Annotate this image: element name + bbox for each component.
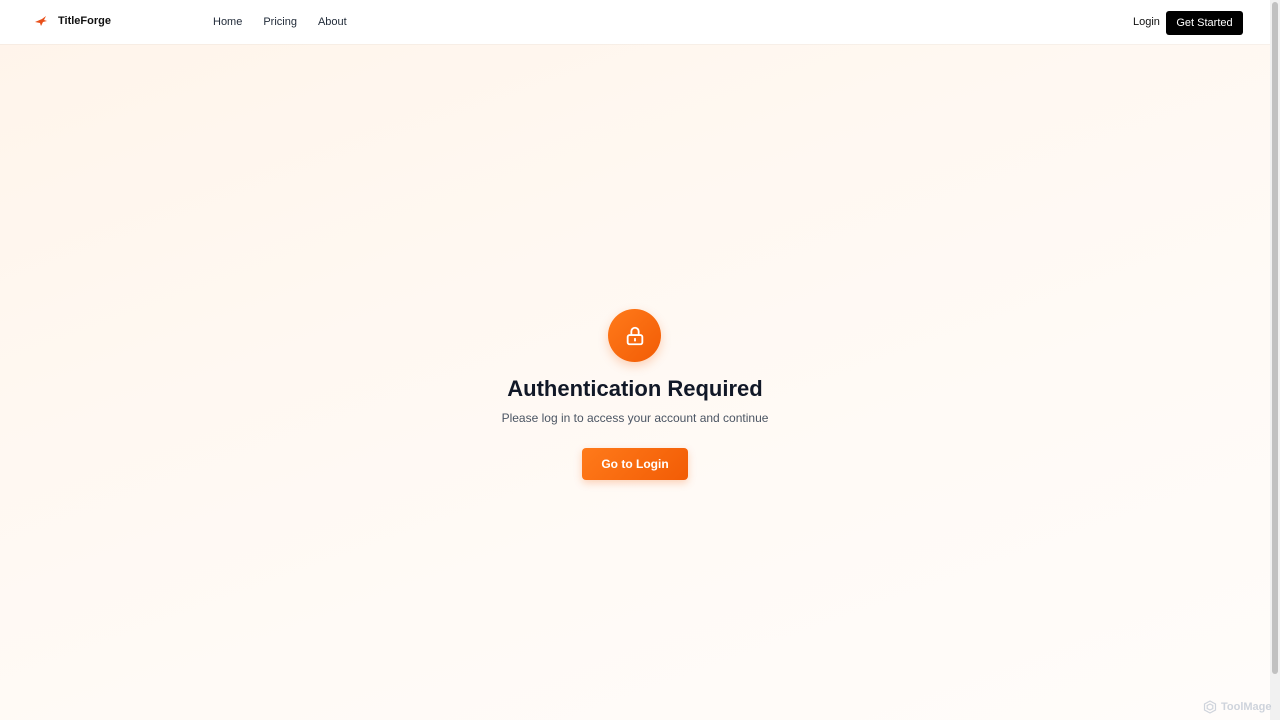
brand-logo[interactable]: TitleForge <box>34 14 111 28</box>
scrollbar-thumb[interactable] <box>1272 2 1278 674</box>
vertical-scrollbar[interactable] <box>1270 0 1280 720</box>
bird-icon <box>35 16 47 26</box>
main-nav: Home Pricing About <box>213 16 347 28</box>
lock-badge <box>608 309 661 362</box>
nav-pricing-link[interactable]: Pricing <box>263 16 297 28</box>
header-login-link[interactable]: Login <box>1133 16 1160 28</box>
watermark-text: ToolMage <box>1221 701 1272 713</box>
go-to-login-button[interactable]: Go to Login <box>582 448 688 480</box>
hexagon-logo-icon <box>1203 700 1217 714</box>
top-navbar: TitleForge Home Pricing About Login Get … <box>0 0 1270 44</box>
nav-about-link[interactable]: About <box>318 16 347 28</box>
page-title: Authentication Required <box>507 376 763 401</box>
watermark: ToolMage <box>1203 700 1272 714</box>
get-started-button[interactable]: Get Started <box>1166 11 1243 35</box>
nav-home-link[interactable]: Home <box>213 16 242 28</box>
lock-icon <box>626 326 643 345</box>
auth-message: Please log in to access your account and… <box>501 411 769 425</box>
brand-name: TitleForge <box>58 15 111 27</box>
